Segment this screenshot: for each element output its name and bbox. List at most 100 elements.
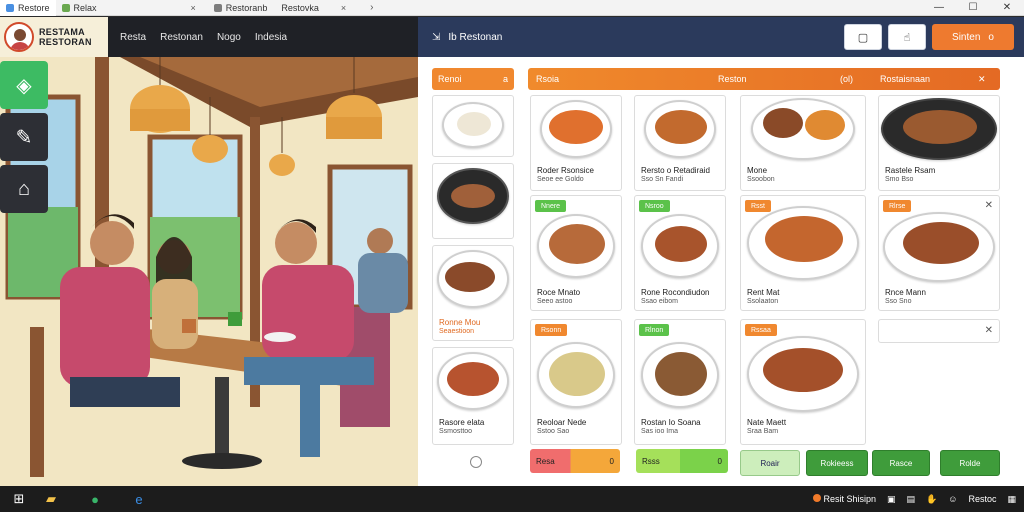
- tab-relax[interactable]: Relax ×: [56, 0, 202, 16]
- dish-food: [445, 262, 495, 292]
- dish-name: Rastele Rsam: [885, 166, 936, 175]
- header-actions: ▢ ☝ Sinten o: [844, 24, 1014, 50]
- tool-rail: ◈ ✎ ⌂: [0, 61, 50, 213]
- dish-name: Nate Maett: [747, 418, 787, 427]
- nav-item-nogo[interactable]: Nogo: [217, 32, 241, 43]
- tab-restoranb[interactable]: Restoranb Restovka × ›: [208, 0, 380, 16]
- bag-tool-icon: ⌂: [17, 177, 31, 200]
- menu-card[interactable]: Rlnon Rostan Io Soana Sas ioo Ima: [634, 319, 726, 445]
- main-header-right[interactable]: Rostaisnaan: [880, 74, 930, 84]
- menu-card[interactable]: Nnere Roce Mnato Seeo astoo: [530, 195, 622, 311]
- clock: Restoc: [968, 494, 997, 504]
- gallery-icon[interactable]: ▣: [887, 494, 896, 505]
- dish-food: [451, 184, 495, 208]
- search-tool-button[interactable]: ◈: [0, 61, 48, 109]
- dish-desc: Sso Sno: [885, 298, 912, 305]
- close-icon[interactable]: ✕: [978, 74, 986, 85]
- image-icon[interactable]: ▤: [907, 494, 916, 505]
- dish-name: Rostan Io Soana: [641, 418, 701, 427]
- dish-food: [549, 110, 603, 144]
- dish-name: Mone: [747, 166, 768, 175]
- avatar: [4, 22, 34, 52]
- brand-line2: RESTORAN: [39, 37, 92, 47]
- app-icon[interactable]: ●: [82, 489, 108, 509]
- side-header-label: Renoi: [438, 74, 462, 84]
- dish-food: [655, 110, 707, 144]
- edit-tool-button[interactable]: ✎: [0, 113, 48, 161]
- side-card[interactable]: [432, 163, 514, 239]
- brand[interactable]: RESTAMA RESTORAN: [0, 17, 108, 57]
- rasce-button[interactable]: Rasce: [872, 450, 930, 476]
- search-field[interactable]: ✕: [878, 319, 1000, 343]
- menu-card[interactable]: Rlrse ✕ Rnce Mann Sso Sno: [878, 195, 1000, 311]
- nav-item-restonan[interactable]: Restonan: [160, 32, 203, 43]
- sinten-button[interactable]: Sinten o: [932, 24, 1014, 50]
- menu-card[interactable]: Nsroo Rone Rocondiudon Ssao eibom: [634, 195, 726, 311]
- taskbar: ⊞ ▰ ● e Resit Shisipn ▣ ▤ ✋ ☺ Restoc ▦: [0, 486, 1024, 512]
- pointer-button[interactable]: ☝: [888, 24, 926, 50]
- main-header-chip[interactable]: (ol): [840, 74, 853, 84]
- menu-card[interactable]: Roder Rsonsice Seoe ee Goldo: [530, 95, 622, 191]
- roair-button[interactable]: Roair: [740, 450, 800, 476]
- dish-desc: Smo Bso: [885, 176, 914, 183]
- menu-card[interactable]: Rssaa Nate Maett Sraa Bam: [740, 319, 866, 445]
- close-icon[interactable]: ×: [341, 3, 346, 13]
- clear-icon[interactable]: ✕: [985, 325, 993, 336]
- dish-food: [655, 226, 707, 262]
- browser-icon[interactable]: e: [126, 489, 152, 509]
- panel-title: ⇲ Ib Restonan: [432, 32, 502, 43]
- chevron-right-icon[interactable]: ›: [370, 2, 373, 13]
- dish-name: Rnce Mann: [885, 288, 926, 297]
- tab-restore[interactable]: Restore: [0, 0, 56, 16]
- restaurant-illustration: [0, 57, 418, 486]
- menu-card[interactable]: Rsst Rent Mat Ssolaaton: [740, 195, 866, 311]
- hand-icon[interactable]: ✋: [926, 494, 937, 505]
- notification-center-icon[interactable]: ▦: [1007, 494, 1016, 505]
- close-icon[interactable]: ×: [191, 3, 196, 13]
- side-card[interactable]: Rasore elata Ssmosttoo: [432, 347, 514, 445]
- status-badge: Nsroo: [639, 200, 670, 212]
- close-window-button[interactable]: ✕: [990, 0, 1024, 16]
- window-button[interactable]: ▢: [844, 24, 882, 50]
- notification-item[interactable]: Resit Shisipn: [812, 494, 876, 504]
- dish-desc: Seaestioon: [439, 328, 475, 335]
- rokieess-button[interactable]: Rokieess: [806, 450, 868, 476]
- bag-tool-button[interactable]: ⌂: [0, 165, 48, 213]
- main-header-mid[interactable]: Reston: [718, 74, 747, 84]
- main-header-left[interactable]: Rsoia: [536, 74, 559, 84]
- menu-card[interactable]: Rsonn Reoloar Nede Sstoo Sao: [530, 319, 622, 445]
- menu-card[interactable]: Mone Ssoobon: [740, 95, 866, 191]
- side-column-header[interactable]: Renoi a: [432, 68, 514, 90]
- nav-item-indesia[interactable]: Indesia: [255, 32, 287, 43]
- rolde-button[interactable]: Rolde: [940, 450, 1000, 476]
- dish-desc: Ssoobon: [747, 176, 775, 183]
- side-card[interactable]: [432, 95, 514, 157]
- dish-name: Rasore elata: [439, 418, 485, 427]
- maximize-button[interactable]: ☐: [956, 0, 990, 16]
- dish-desc: Ssolaaton: [747, 298, 779, 305]
- dish-name: Roder Rsonsice: [537, 166, 594, 175]
- dish-food: [447, 362, 499, 396]
- menu-card[interactable]: Rastele Rsam Smo Bso: [878, 95, 1000, 191]
- dish-desc: Sas ioo Ima: [641, 428, 678, 435]
- close-icon[interactable]: ✕: [985, 200, 993, 211]
- menu-panel: Renoi a Rsoia Reston (ol) Rostaisnaan ✕ …: [418, 57, 1024, 486]
- pager-dot[interactable]: [470, 456, 482, 468]
- progress-bar-red: Resa 0: [530, 449, 620, 473]
- app-icon: [6, 3, 14, 12]
- dish-desc: Sraa Bam: [747, 428, 779, 435]
- dish-name: Rent Mat: [747, 288, 780, 297]
- main-nav: Resta Restonan Nogo Indesia: [120, 32, 287, 43]
- nav-item-resta[interactable]: Resta: [120, 32, 146, 43]
- system-tray: Resit Shisipn ▣ ▤ ✋ ☺ Restoc ▦: [812, 494, 1016, 505]
- tab-label: Restoranb: [225, 2, 268, 13]
- expand-icon[interactable]: ⇲: [432, 32, 440, 43]
- minimize-button[interactable]: —: [922, 0, 956, 16]
- folder-icon[interactable]: ▰: [38, 489, 64, 509]
- status-badge: Rlrse: [883, 200, 912, 212]
- start-icon[interactable]: ⊞: [6, 489, 32, 509]
- smile-icon[interactable]: ☺: [948, 494, 957, 504]
- bar-suffix: 0: [609, 456, 614, 466]
- side-card[interactable]: Ronne Mou Seaestioon: [432, 245, 514, 341]
- menu-card[interactable]: Rersto o Retadiraid Sso Sn Fandi: [634, 95, 726, 191]
